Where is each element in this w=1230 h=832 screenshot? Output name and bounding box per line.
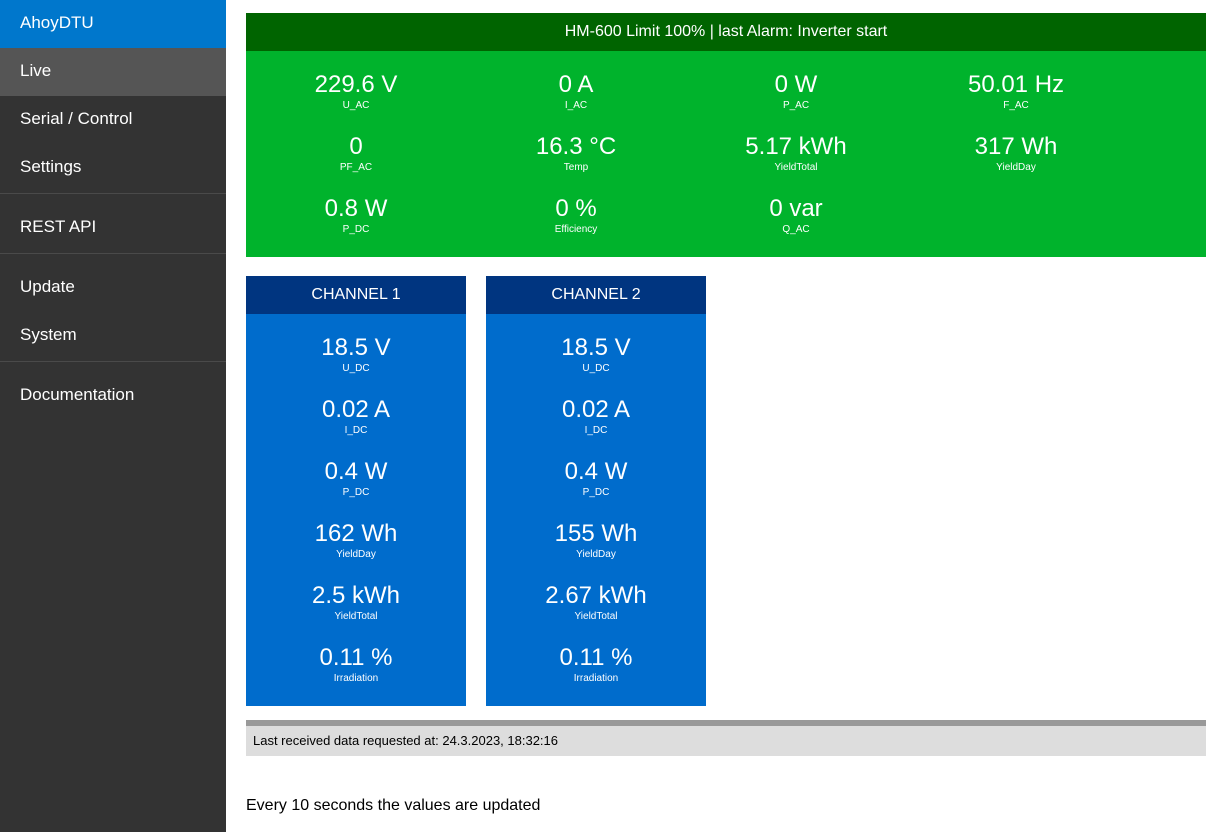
nav-item-rest-api[interactable]: REST API bbox=[0, 204, 226, 252]
metric-efficiency: 0 % Efficiency bbox=[466, 195, 686, 237]
metric-value: 155 Wh bbox=[554, 520, 638, 547]
metric-label: P_DC bbox=[342, 487, 370, 498]
nav-divider bbox=[0, 361, 226, 372]
metric-label: I_AC bbox=[564, 100, 588, 111]
metric-value: 50.01 Hz bbox=[967, 71, 1065, 98]
inverter-header: HM-600 Limit 100% | last Alarm: Inverter… bbox=[246, 13, 1206, 51]
metric-label: YieldDay bbox=[336, 549, 376, 560]
metric-pf-ac: 0 PF_AC bbox=[246, 133, 466, 175]
metric-value: 5.17 kWh bbox=[745, 133, 847, 160]
metric-value: 0 W bbox=[774, 71, 818, 98]
metric-value: 2.67 kWh bbox=[545, 582, 647, 609]
metric-label: YieldTotal bbox=[774, 162, 818, 173]
metric-value: 162 Wh bbox=[314, 520, 398, 547]
channel-panel-2: CHANNEL 2 18.5 V U_DC 0.02 A I_DC 0.4 W … bbox=[486, 276, 706, 706]
sidebar: AhoyDTU Live Serial / Control Settings R… bbox=[0, 0, 226, 832]
metric-p-dc: 0.8 W P_DC bbox=[246, 195, 466, 237]
metric-value: 0 A bbox=[558, 71, 594, 98]
metric-value: 0.4 W bbox=[324, 458, 388, 485]
metric-label: Efficiency bbox=[554, 224, 598, 235]
metric-yield-day: 317 Wh YieldDay bbox=[906, 133, 1126, 175]
metric-value: 2.5 kWh bbox=[311, 582, 401, 609]
metric-f-ac: 50.01 Hz F_AC bbox=[906, 71, 1126, 113]
metric-yield-total: 5.17 kWh YieldTotal bbox=[686, 133, 906, 175]
metric-label: YieldTotal bbox=[334, 611, 378, 622]
metric-q-ac: 0 var Q_AC bbox=[686, 195, 906, 237]
metric-value: 18.5 V bbox=[321, 334, 391, 361]
metric-label: Irradiation bbox=[573, 673, 619, 684]
metric-irradiation: 0.11 % Irradiation bbox=[486, 644, 706, 686]
metric-p-ac: 0 W P_AC bbox=[686, 71, 906, 113]
metric-label: I_DC bbox=[584, 425, 608, 436]
metric-value: 0.11 % bbox=[559, 644, 633, 671]
status-bar: Last received data requested at: 24.3.20… bbox=[246, 720, 1206, 756]
metric-yield-total: 2.5 kWh YieldTotal bbox=[246, 582, 466, 624]
channel-title: CHANNEL 2 bbox=[486, 276, 706, 314]
metric-value: 18.5 V bbox=[561, 334, 631, 361]
nav-item-live[interactable]: Live bbox=[0, 48, 226, 96]
metric-value: 317 Wh bbox=[974, 133, 1058, 160]
channel-panel-1: CHANNEL 1 18.5 V U_DC 0.02 A I_DC 0.4 W … bbox=[246, 276, 466, 706]
metric-value: 0 % bbox=[555, 195, 597, 222]
metric-value: 0.02 A bbox=[321, 396, 391, 423]
metric-temp: 16.3 °C Temp bbox=[466, 133, 686, 175]
channel-title: CHANNEL 1 bbox=[246, 276, 466, 314]
metric-label: Irradiation bbox=[333, 673, 379, 684]
metric-value: 0.4 W bbox=[564, 458, 628, 485]
metric-u-dc: 18.5 V U_DC bbox=[486, 334, 706, 376]
metric-label: I_DC bbox=[344, 425, 368, 436]
metric-value: 16.3 °C bbox=[535, 133, 617, 160]
inverter-panel: 229.6 V U_AC 0 A I_AC 0 W P_AC 50.01 Hz … bbox=[246, 51, 1206, 257]
metric-label: YieldDay bbox=[996, 162, 1036, 173]
metric-value: 0.11 % bbox=[319, 644, 393, 671]
brand-link[interactable]: AhoyDTU bbox=[0, 0, 226, 48]
metric-label: P_DC bbox=[582, 487, 610, 498]
metric-label: Q_AC bbox=[782, 224, 810, 235]
nav-divider bbox=[0, 193, 226, 204]
metric-label: F_AC bbox=[1003, 100, 1029, 111]
nav-item-settings[interactable]: Settings bbox=[0, 144, 226, 192]
metric-value: 0 bbox=[349, 133, 363, 160]
metric-yield-day: 155 Wh YieldDay bbox=[486, 520, 706, 562]
nav-divider bbox=[0, 253, 226, 264]
metric-irradiation: 0.11 % Irradiation bbox=[246, 644, 466, 686]
metric-value: 0.02 A bbox=[561, 396, 631, 423]
main-content: HM-600 Limit 100% | last Alarm: Inverter… bbox=[246, 13, 1206, 814]
nav-item-documentation[interactable]: Documentation bbox=[0, 372, 226, 420]
metric-i-ac: 0 A I_AC bbox=[466, 71, 686, 113]
metric-yield-total: 2.67 kWh YieldTotal bbox=[486, 582, 706, 624]
metric-label: Temp bbox=[563, 162, 589, 173]
metric-label: PF_AC bbox=[339, 162, 373, 173]
metric-p-dc: 0.4 W P_DC bbox=[246, 458, 466, 500]
nav-item-system[interactable]: System bbox=[0, 312, 226, 360]
metric-label: YieldDay bbox=[576, 549, 616, 560]
metric-yield-day: 162 Wh YieldDay bbox=[246, 520, 466, 562]
metric-value: 0 var bbox=[769, 195, 823, 222]
metric-label: P_AC bbox=[782, 100, 810, 111]
metric-label: U_DC bbox=[342, 363, 370, 374]
metric-label: YieldTotal bbox=[574, 611, 618, 622]
update-note: Every 10 seconds the values are updated bbox=[246, 797, 541, 814]
metric-label: U_AC bbox=[342, 100, 370, 111]
metric-i-dc: 0.02 A I_DC bbox=[246, 396, 466, 438]
nav-item-serial-control[interactable]: Serial / Control bbox=[0, 96, 226, 144]
metric-label: U_DC bbox=[582, 363, 610, 374]
nav-item-update[interactable]: Update bbox=[0, 264, 226, 312]
metric-value: 229.6 V bbox=[314, 71, 398, 98]
metric-value: 0.8 W bbox=[324, 195, 388, 222]
metric-i-dc: 0.02 A I_DC bbox=[486, 396, 706, 438]
metric-u-ac: 229.6 V U_AC bbox=[246, 71, 466, 113]
metric-p-dc: 0.4 W P_DC bbox=[486, 458, 706, 500]
metric-u-dc: 18.5 V U_DC bbox=[246, 334, 466, 376]
metric-label: P_DC bbox=[342, 224, 370, 235]
